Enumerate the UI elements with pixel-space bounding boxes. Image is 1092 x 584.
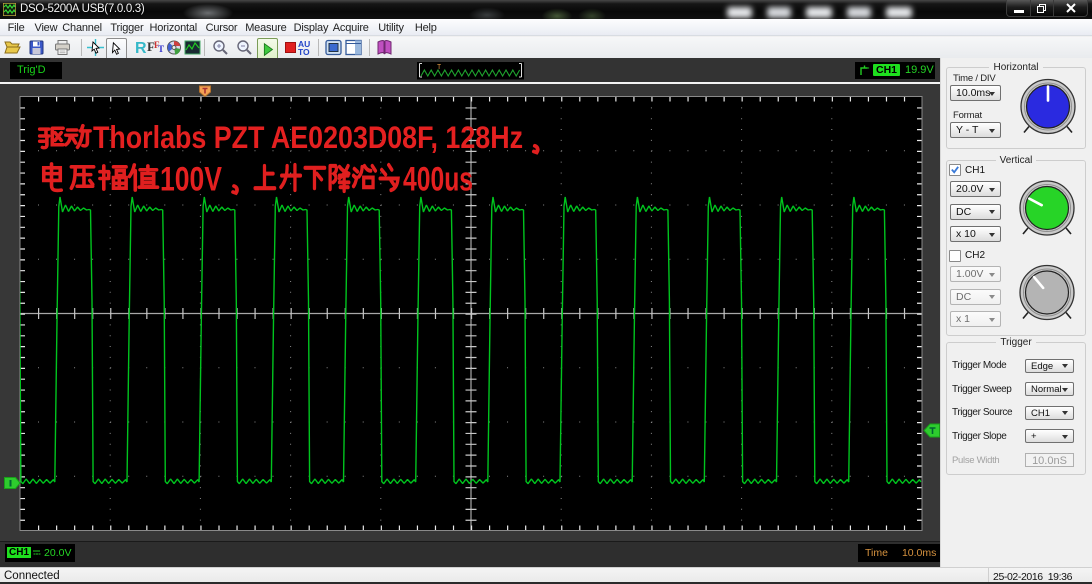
svg-text:T: T: [158, 44, 164, 54]
svg-text:TO: TO: [298, 47, 310, 57]
svg-text:Thorlabs PZT AE0203D08F, 128Hz: Thorlabs PZT AE0203D08F, 128Hz: [93, 119, 523, 155]
svg-text:400us: 400us: [403, 160, 473, 198]
svg-text:T: T: [437, 64, 441, 72]
svg-text:100V: 100V: [160, 160, 222, 198]
